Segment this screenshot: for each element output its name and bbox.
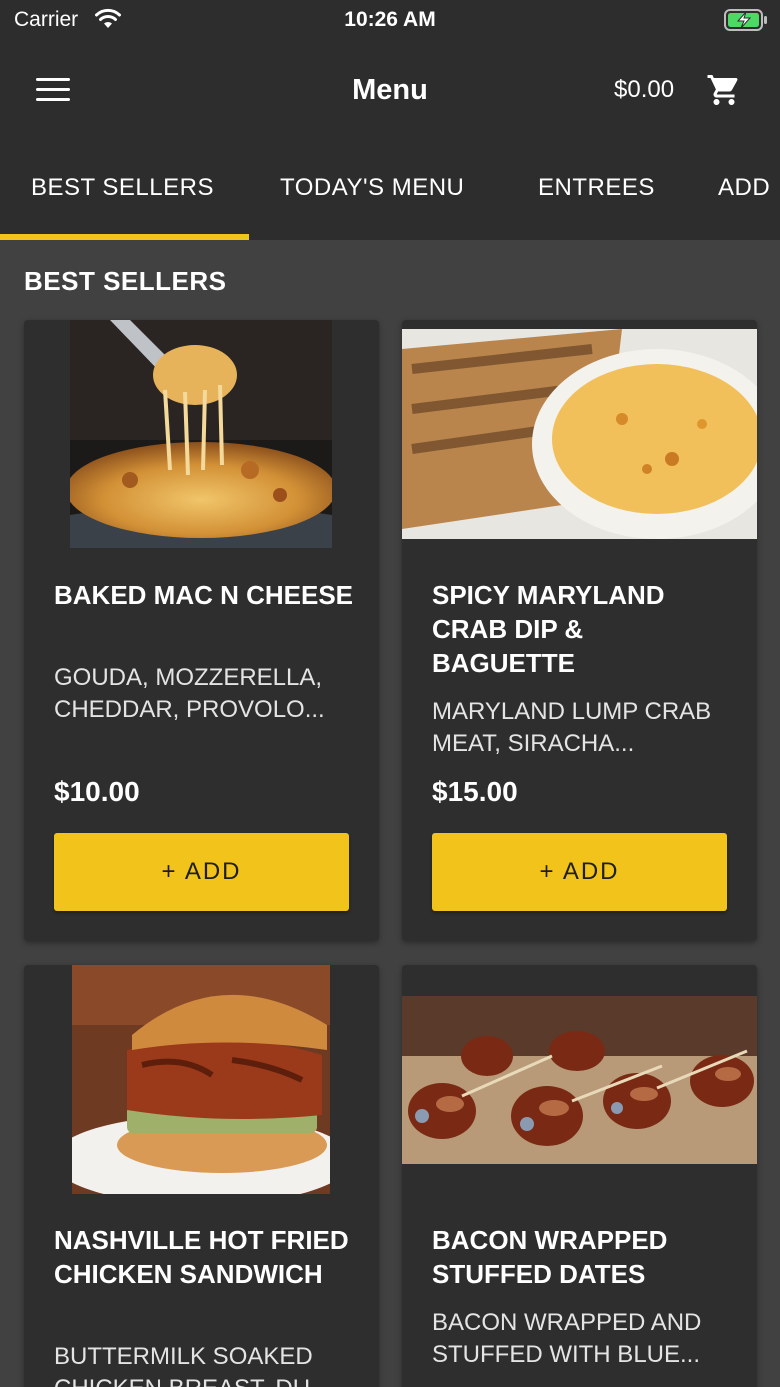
- tab-todays-menu[interactable]: TODAY'S MENU: [280, 174, 464, 202]
- tab-entrees[interactable]: ENTREES: [538, 174, 655, 202]
- mac-n-cheese-image: [70, 320, 332, 548]
- item-name: BAKED MAC N CHEESE: [54, 580, 354, 610]
- item-description: BUTTERMILK SOAKED CHICKEN BREAST, DU...: [54, 1343, 330, 1387]
- item-price: $15.00: [432, 776, 518, 807]
- item-name: NASHVILLE HOT FRIED CHICKEN SANDWICH: [54, 1225, 349, 1289]
- item-description: MARYLAND LUMP CRAB MEAT, SIRACHA...: [432, 698, 712, 757]
- add-button[interactable]: + ADD: [432, 833, 727, 911]
- menu-item-card[interactable]: BACON WRAPPED STUFFED DATES BACON WRAPPE…: [402, 965, 757, 1387]
- section-title: BEST SELLERS: [24, 266, 227, 296]
- category-tabs: BEST SELLERS TODAY'S MENU ENTREES ADD: [0, 140, 780, 240]
- clock: 10:26 AM: [344, 8, 436, 31]
- item-name: BACON WRAPPED STUFFED DATES: [432, 1225, 668, 1289]
- bacon-dates-image: [402, 996, 757, 1164]
- menu-item-card[interactable]: NASHVILLE HOT FRIED CHICKEN SANDWICH BUT…: [24, 965, 379, 1387]
- tab-best-sellers[interactable]: BEST SELLERS: [31, 174, 214, 202]
- cart-icon[interactable]: [706, 72, 742, 108]
- item-price: $10.00: [54, 776, 140, 807]
- menu-item-card[interactable]: BAKED MAC N CHEESE GOUDA, MOZZERELLA, CH…: [24, 320, 379, 941]
- active-tab-indicator: [0, 234, 249, 240]
- menu-item-card[interactable]: SPICY MARYLAND CRAB DIP & BAGUETTE MARYL…: [402, 320, 757, 941]
- battery-charging-icon: [724, 9, 767, 31]
- cart-total[interactable]: $0.00: [614, 76, 674, 104]
- nav-bar: Menu $0.00: [0, 44, 780, 140]
- tab-add[interactable]: ADD: [718, 174, 770, 202]
- status-bar: Carrier 10:26 AM: [0, 0, 780, 44]
- item-name: SPICY MARYLAND CRAB DIP & BAGUETTE: [432, 580, 665, 678]
- add-button[interactable]: + ADD: [54, 833, 349, 911]
- item-description: GOUDA, MOZZERELLA, CHEDDAR, PROVOLO...: [54, 664, 325, 723]
- item-description: BACON WRAPPED AND STUFFED WITH BLUE...: [432, 1309, 702, 1368]
- crab-dip-image: [402, 329, 757, 539]
- chicken-sandwich-image: [72, 965, 330, 1194]
